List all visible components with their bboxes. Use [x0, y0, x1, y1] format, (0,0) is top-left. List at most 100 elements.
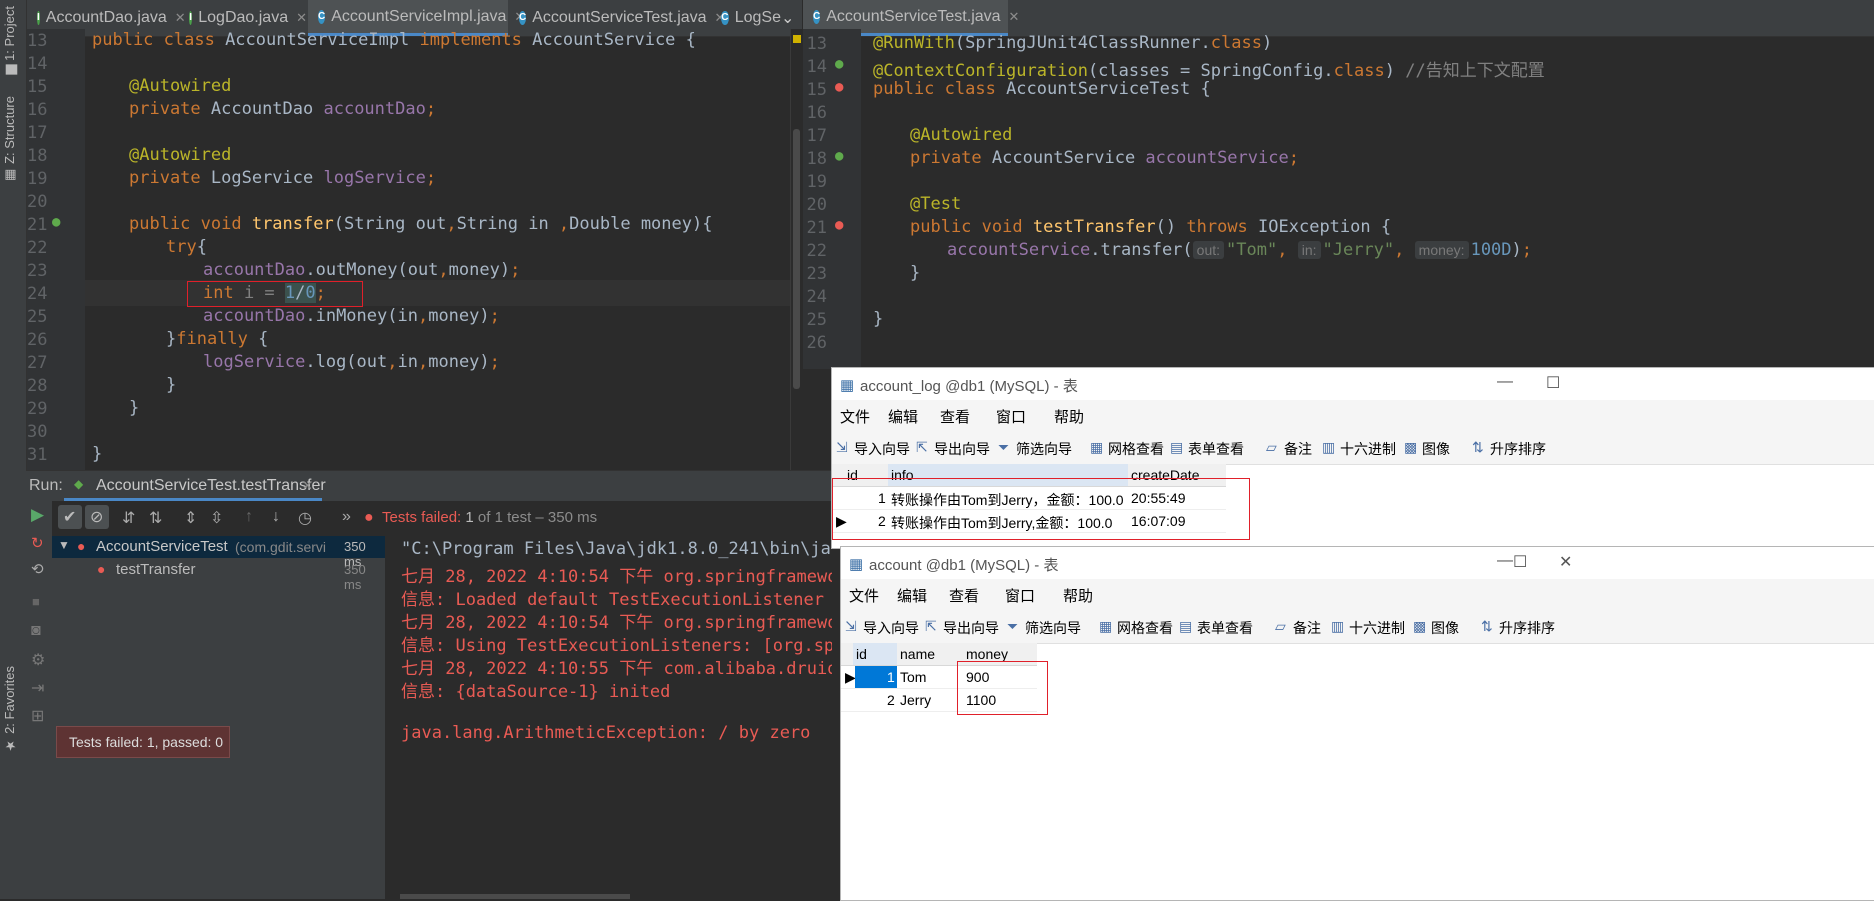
column-name[interactable]: name	[900, 646, 935, 662]
run-tab[interactable]: ◆ AccountServiceTest.testTransfer ✕	[64, 471, 326, 501]
menu-item[interactable]: 查看	[940, 406, 970, 427]
code-line: @Autowired	[129, 76, 232, 96]
rerun-icon[interactable]: ▶	[31, 505, 44, 525]
menu-item[interactable]: 编辑	[897, 585, 927, 606]
exit-icon[interactable]: ⇥	[31, 678, 44, 698]
menu-item[interactable]: 编辑	[888, 406, 918, 427]
left-scrollbar[interactable]	[790, 29, 803, 471]
highlight-box	[832, 478, 1250, 540]
more-icon[interactable]: »	[342, 508, 351, 526]
bean-icon[interactable]: ●	[835, 148, 843, 164]
project-tool-tab[interactable]: ▆ 1: Project	[2, 6, 17, 75]
close-icon[interactable]: ✕	[296, 10, 307, 26]
maximize-icon[interactable]: ☐	[1513, 552, 1527, 572]
structure-tool-tab[interactable]: ▦ Z: Structure	[2, 96, 17, 183]
settings-icon[interactable]: ⚙	[31, 650, 45, 670]
next-failed-icon[interactable]: ↓	[272, 508, 280, 526]
toolbar-button[interactable]: 升序排序	[1499, 618, 1555, 638]
line-number: 13	[27, 31, 48, 51]
form-view-icon: ▤	[1179, 618, 1193, 634]
line-number: 19	[27, 169, 48, 189]
toolbar: ⇲ 导入向导 ⇱ 导出向导 ⏷ 筛选向导 ▦ 网格查看 ▤ 表单查看 ▱ 备注 ▥ 十六进制 ▩ 图像 ⇅ 升序排…	[841, 609, 1874, 644]
toolbar-button[interactable]: 导出向导	[934, 439, 990, 459]
test-tree-row[interactable]: ● testTransfer 350 ms	[52, 559, 385, 592]
console-line: 信息: Using TestExecutionListeners: [org.s…	[401, 636, 832, 656]
line-number: 17	[27, 123, 48, 143]
column-money[interactable]: money	[966, 646, 1008, 662]
menu-item[interactable]: 帮助	[1063, 585, 1093, 606]
close-icon[interactable]: ✕	[1009, 9, 1020, 25]
test-result-toast[interactable]: Tests failed: 1, passed: 0	[56, 726, 230, 758]
error-icon: ●	[77, 538, 86, 554]
toolbar-button[interactable]: 导入向导	[854, 439, 910, 459]
toolbar-button[interactable]: 筛选向导	[1016, 439, 1072, 459]
minimize-icon[interactable]: —	[1497, 373, 1513, 391]
line-number: 26	[27, 330, 48, 350]
menu-item[interactable]: 文件	[840, 406, 870, 427]
check-icon: ✔	[63, 509, 77, 526]
scroll-thumb[interactable]	[793, 129, 800, 389]
sort-alpha-icon[interactable]: ⇵	[122, 508, 135, 528]
menu-item[interactable]: 窗口	[996, 406, 1026, 427]
toolbar-button[interactable]: 网格查看	[1108, 439, 1164, 459]
toggle-auto-test-icon[interactable]: ⟲	[31, 560, 44, 578]
code-line: @ContextConfiguration(classes = SpringCo…	[873, 61, 1545, 81]
minimize-icon[interactable]: —	[1497, 552, 1513, 570]
code-line: }	[129, 398, 140, 418]
chevron-down-icon[interactable]: ▼	[58, 538, 70, 552]
code-line: public class AccountServiceImpl implemen…	[92, 30, 696, 50]
toolbar-button[interactable]: 筛选向导	[1025, 618, 1081, 638]
rerun-failed-icon[interactable]: ↻	[31, 534, 44, 552]
menu-item[interactable]: 帮助	[1054, 406, 1084, 427]
toolbar-button[interactable]: 十六进制	[1340, 439, 1396, 459]
toolbar-button[interactable]: 图像	[1431, 618, 1459, 638]
toolbar-button[interactable]: 导入向导	[863, 618, 919, 638]
toolbar-button[interactable]: 十六进制	[1349, 618, 1405, 638]
code-line: accountDao.inMoney(in,money);	[203, 306, 500, 326]
implements-icon[interactable]: ●	[52, 214, 60, 230]
code-line: @Test	[910, 194, 962, 214]
show-ignored-toggle[interactable]: ⊘	[85, 505, 109, 529]
menu-item[interactable]: 窗口	[1005, 585, 1035, 606]
tab-logservice[interactable]: C LogSe	[711, 0, 781, 36]
right-editor-tab-bar: C AccountServiceTest.java ✕	[803, 0, 1874, 37]
toolbar-button[interactable]: 导出向导	[943, 618, 999, 638]
camera-icon[interactable]: ◙	[31, 622, 41, 640]
line-number: 27	[27, 353, 48, 373]
menu-item[interactable]: 文件	[849, 585, 879, 606]
toolbar-button[interactable]: 备注	[1293, 618, 1321, 638]
console-output[interactable]: "C:\Program Files\Java\jdk1.8.0_241\bin\…	[386, 536, 832, 899]
expand-all-icon[interactable]: ⇕	[184, 508, 197, 528]
maximize-icon[interactable]: ☐	[1546, 373, 1560, 393]
pin-icon[interactable]: ⊞	[31, 706, 44, 726]
toolbar-button[interactable]: 备注	[1284, 439, 1312, 459]
line-number: 31	[27, 445, 48, 465]
leaf-icon[interactable]: ●	[835, 56, 843, 72]
toolbar-button[interactable]: 表单查看	[1188, 439, 1244, 459]
favorites-tool-tab[interactable]: ★ 2: Favorites	[2, 666, 17, 753]
close-icon[interactable]: ✕	[1559, 552, 1572, 572]
test-tree-row[interactable]: ▼ ● AccountServiceTest (com.gdit.servi 3…	[52, 536, 385, 569]
toolbar-button[interactable]: 图像	[1422, 439, 1450, 459]
filter-icon: ⏷	[1007, 618, 1019, 634]
stop-icon[interactable]: ■	[32, 594, 40, 609]
run-test-icon[interactable]: ●	[835, 217, 843, 233]
toolbar-button[interactable]: 表单查看	[1197, 618, 1253, 638]
previous-failed-icon[interactable]: ↑	[245, 508, 253, 526]
code-line: @RunWith(SpringJUnit4ClassRunner.class)	[873, 33, 1273, 53]
run-test-icon[interactable]: ●	[835, 79, 843, 95]
test-tree: ▼ ● AccountServiceTest (com.gdit.servi 3…	[52, 536, 385, 899]
history-icon[interactable]: ◷	[298, 508, 312, 528]
console-scrollbar[interactable]	[400, 894, 630, 899]
sort-duration-icon[interactable]: ⇅	[149, 508, 162, 528]
grid-view-icon: ▦	[1090, 439, 1104, 455]
toolbar-button[interactable]: 网格查看	[1117, 618, 1173, 638]
class-icon: C	[721, 11, 729, 25]
column-id[interactable]: id	[856, 646, 867, 662]
collapse-all-icon[interactable]: ⇳	[210, 508, 223, 528]
menu-item[interactable]: 查看	[949, 585, 979, 606]
show-passed-toggle[interactable]: ✔	[58, 505, 82, 529]
toolbar-button[interactable]: 升序排序	[1490, 439, 1546, 459]
close-icon[interactable]: ✕	[302, 478, 313, 494]
grid-view-icon: ▦	[1099, 618, 1113, 634]
